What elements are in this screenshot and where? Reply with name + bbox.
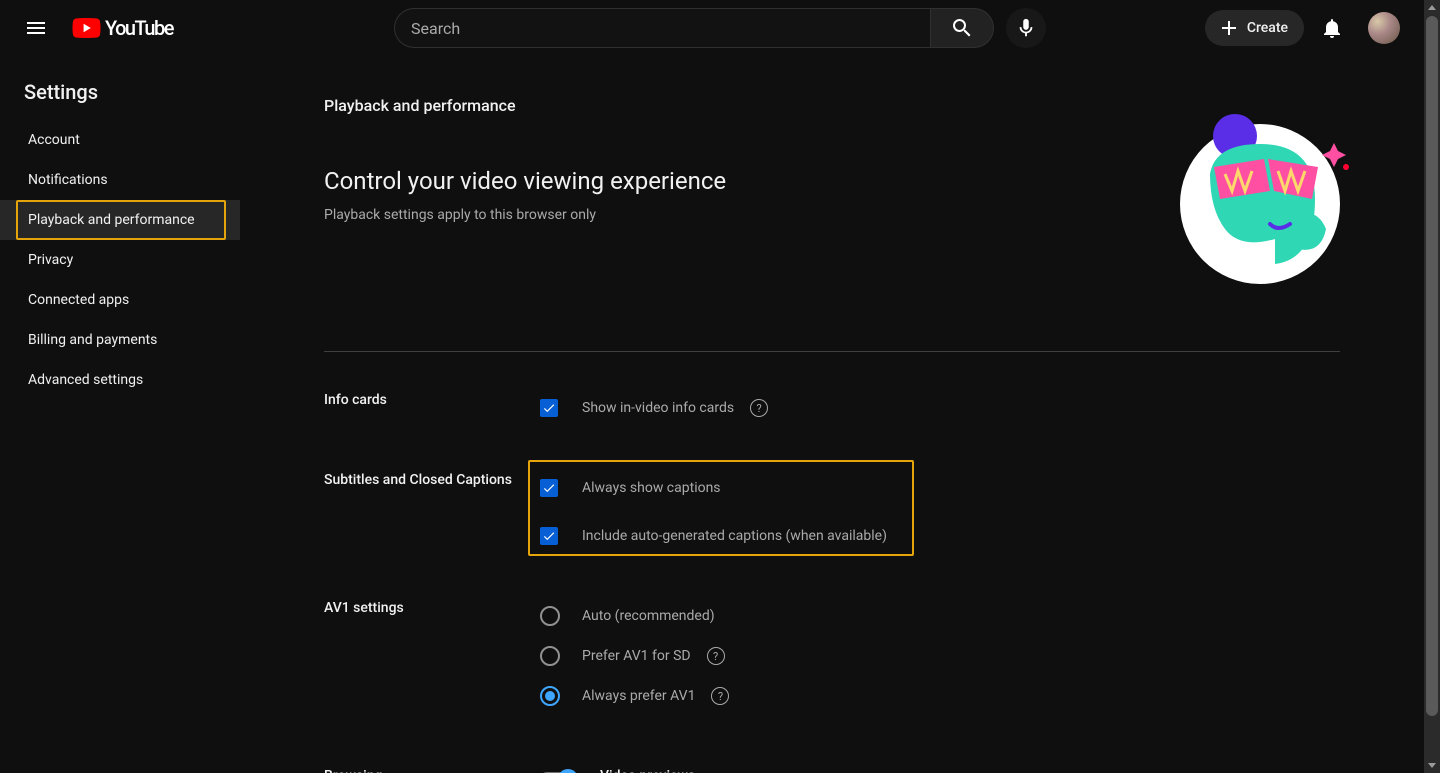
avatar-button[interactable] xyxy=(1368,12,1400,44)
hero-illustration xyxy=(1180,119,1340,279)
mic-icon xyxy=(1015,17,1037,39)
hamburger-menu-button[interactable] xyxy=(16,8,56,48)
radio-av1-auto[interactable] xyxy=(540,606,560,626)
hamburger-icon xyxy=(24,16,48,40)
help-icon[interactable]: ? xyxy=(750,399,768,417)
sidebar-item-privacy[interactable]: Privacy xyxy=(0,240,240,280)
sidebar-item-advanced[interactable]: Advanced settings xyxy=(0,360,240,400)
section-label-captions: Subtitles and Closed Captions xyxy=(324,472,540,552)
plus-icon xyxy=(1217,16,1241,40)
scrollbar-arrow-up-icon[interactable] xyxy=(1424,0,1440,16)
section-info-cards: Info cards Show in-video info cards ? xyxy=(324,392,1340,472)
search-button[interactable] xyxy=(930,8,994,48)
always-captions-label: Always show captions xyxy=(582,480,721,496)
check-icon xyxy=(542,401,556,415)
search-icon xyxy=(950,16,974,40)
sidebar-item-billing[interactable]: Billing and payments xyxy=(0,320,240,360)
notifications-button[interactable] xyxy=(1312,8,1352,48)
checkbox-always-captions[interactable] xyxy=(540,479,558,497)
bell-icon xyxy=(1320,16,1344,40)
sidebar-item-account[interactable]: Account xyxy=(0,120,240,160)
section-divider xyxy=(324,351,1340,352)
sidebar-item-connected[interactable]: Connected apps xyxy=(0,280,240,320)
check-icon xyxy=(542,481,556,495)
av1-always-label: Always prefer AV1 xyxy=(582,688,695,704)
section-label-info-cards: Info cards xyxy=(324,392,540,424)
check-icon xyxy=(542,529,556,543)
settings-sidebar: Settings Account Notifications Playback … xyxy=(0,56,240,400)
sidebar-item-playback[interactable]: Playback and performance xyxy=(0,200,240,240)
section-captions: Subtitles and Closed Captions Always sho… xyxy=(324,472,1340,600)
search-input[interactable]: Search xyxy=(394,8,930,48)
section-label-av1: AV1 settings xyxy=(324,600,540,720)
help-icon[interactable]: ? xyxy=(707,647,725,665)
youtube-logo-text: YouTube xyxy=(105,16,173,40)
youtube-play-icon xyxy=(72,18,101,38)
main-content: Playback and performance Control your vi… xyxy=(324,96,1340,773)
youtube-logo[interactable]: YouTube xyxy=(72,16,173,40)
checkbox-auto-captions[interactable] xyxy=(540,527,558,545)
info-cards-option-label: Show in-video info cards xyxy=(582,400,734,416)
hero-subtitle: Playback settings apply to this browser … xyxy=(324,207,726,223)
create-button[interactable]: Create xyxy=(1205,10,1304,46)
vertical-scrollbar[interactable] xyxy=(1424,0,1440,773)
page-title: Playback and performance xyxy=(324,96,1340,115)
radio-av1-always[interactable] xyxy=(540,686,560,706)
video-previews-title: Video previews xyxy=(600,768,951,773)
section-browsing: Browsing Video previews Video previews w… xyxy=(324,768,1340,773)
help-icon[interactable]: ? xyxy=(711,687,729,705)
sidebar-title: Settings xyxy=(0,80,240,120)
av1-sd-label: Prefer AV1 for SD xyxy=(582,648,691,664)
section-av1: AV1 settings Auto (recommended) Prefer A… xyxy=(324,600,1340,768)
scrollbar-arrow-down-icon[interactable] xyxy=(1424,757,1440,773)
scrollbar-thumb[interactable] xyxy=(1426,16,1438,716)
checkbox-info-cards[interactable] xyxy=(540,399,558,417)
radio-av1-sd[interactable] xyxy=(540,646,560,666)
topbar: YouTube Search Create xyxy=(0,0,1424,56)
auto-captions-label: Include auto-generated captions (when av… xyxy=(582,528,887,544)
sidebar-item-notifications[interactable]: Notifications xyxy=(0,160,240,200)
section-label-browsing: Browsing xyxy=(324,768,540,773)
voice-search-button[interactable] xyxy=(1006,8,1046,48)
hero-heading: Control your video viewing experience xyxy=(324,167,726,195)
av1-auto-label: Auto (recommended) xyxy=(582,608,715,624)
